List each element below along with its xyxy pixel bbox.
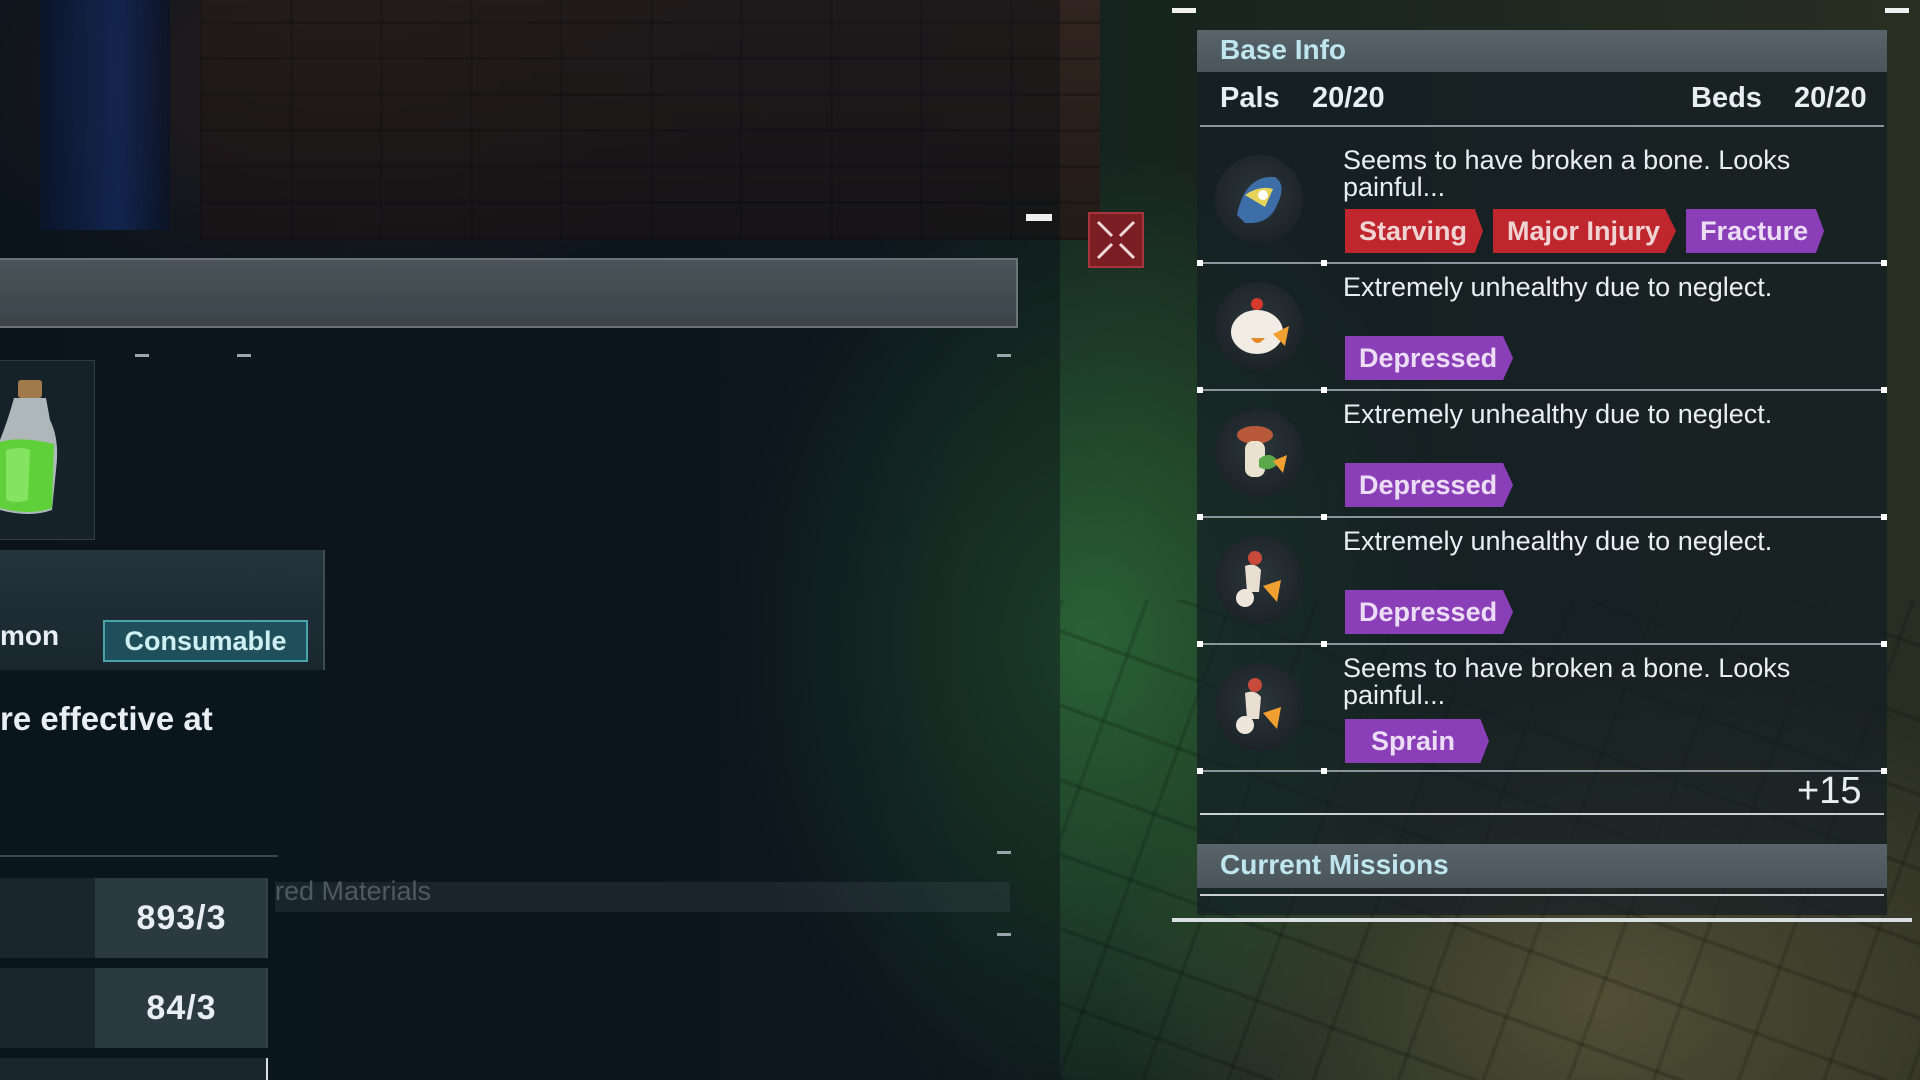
status-badge: Major Injury bbox=[1493, 209, 1677, 253]
current-missions-title: Current Missions bbox=[1220, 849, 1449, 880]
divider-tick bbox=[135, 354, 149, 357]
close-button[interactable] bbox=[1088, 212, 1144, 268]
item-name-bar bbox=[0, 258, 1018, 328]
missions-divider bbox=[1200, 894, 1884, 896]
pal-status-text: Seems to have broken a bone. Looks painf… bbox=[1343, 145, 1791, 202]
more-pals-count[interactable]: +15 bbox=[1797, 770, 1861, 813]
pal-badges: Depressed bbox=[1345, 463, 1514, 507]
pal-badges: Depressed bbox=[1345, 590, 1514, 634]
pal-avatar bbox=[1215, 663, 1303, 751]
divider-tick bbox=[237, 354, 251, 357]
row-divider bbox=[1200, 770, 1884, 772]
status-badge: Sprain bbox=[1345, 719, 1490, 763]
status-badge: Depressed bbox=[1345, 463, 1514, 507]
status-badge: Starving bbox=[1345, 209, 1484, 253]
pal-avatar bbox=[1215, 536, 1303, 624]
pals-count: 20/20 bbox=[1312, 82, 1385, 114]
divider-dot bbox=[1881, 768, 1887, 774]
item-type-tag: Consumable bbox=[103, 620, 308, 662]
status-badge: Depressed bbox=[1345, 590, 1514, 634]
pal-row[interactable]: Extremely unhealthy due to neglect. Depr… bbox=[1197, 391, 1887, 520]
beds-count: 20/20 bbox=[1794, 82, 1867, 114]
base-counts-row: Pals 20/20 Beds 20/20 bbox=[1197, 82, 1887, 122]
divider-dot bbox=[1321, 768, 1327, 774]
pal-status-text: Extremely unhealthy due to neglect. bbox=[1343, 526, 1773, 556]
pals-label: Pals bbox=[1220, 82, 1280, 114]
material-row[interactable]: 893/3 bbox=[0, 878, 268, 958]
status-badge: Depressed bbox=[1345, 336, 1514, 380]
material-row[interactable] bbox=[0, 1058, 268, 1080]
base-info-header: Base Info bbox=[1197, 30, 1887, 72]
panel-bottom-edge bbox=[1172, 918, 1912, 922]
status-badge: Fracture bbox=[1686, 209, 1825, 253]
list-end-divider bbox=[1200, 813, 1884, 815]
base-info-title: Base Info bbox=[1220, 34, 1347, 65]
material-count: 893/3 bbox=[95, 878, 268, 958]
panel-corner-marker bbox=[1172, 8, 1196, 13]
materials-divider bbox=[0, 855, 278, 857]
close-x-icon bbox=[1096, 220, 1136, 260]
pal-avatar bbox=[1215, 409, 1303, 497]
pal-row[interactable]: Seems to have broken a bone. Looks painf… bbox=[1197, 137, 1887, 266]
pal-row[interactable]: Extremely unhealthy due to neglect. Depr… bbox=[1197, 264, 1887, 393]
medicine-potion-icon bbox=[0, 380, 60, 520]
material-row[interactable]: 84/3 bbox=[0, 968, 268, 1048]
pal-status-text: Seems to have broken a bone. Looks painf… bbox=[1343, 653, 1791, 710]
divider-tick bbox=[997, 933, 1011, 936]
divider-tick bbox=[997, 851, 1011, 854]
divider-tick bbox=[997, 354, 1011, 357]
pal-badges: Starving Major Injury Fracture bbox=[1345, 209, 1825, 253]
current-missions-header[interactable]: Current Missions bbox=[1197, 844, 1887, 888]
pal-row[interactable]: Seems to have broken a bone. Looks painf… bbox=[1197, 645, 1887, 774]
pal-row[interactable]: Extremely unhealthy due to neglect. Depr… bbox=[1197, 518, 1887, 647]
item-description-text: re effective at bbox=[0, 700, 213, 737]
pal-badges: Depressed bbox=[1345, 336, 1514, 380]
item-rarity-label: mon bbox=[0, 620, 60, 651]
pal-badges: Sprain bbox=[1345, 719, 1490, 763]
pal-status-text: Extremely unhealthy due to neglect. bbox=[1343, 272, 1773, 302]
divider-dot bbox=[1197, 768, 1203, 774]
material-count: 84/3 bbox=[95, 968, 268, 1048]
pal-avatar bbox=[1215, 282, 1303, 370]
pal-status-text: Extremely unhealthy due to neglect. bbox=[1343, 399, 1773, 429]
panel-corner-marker bbox=[1885, 8, 1909, 13]
required-materials-title: red Materials bbox=[275, 876, 432, 906]
beds-label: Beds bbox=[1691, 82, 1762, 114]
panel-edge-marker bbox=[1026, 214, 1052, 221]
counts-divider bbox=[1200, 125, 1884, 127]
pal-avatar bbox=[1215, 155, 1303, 243]
